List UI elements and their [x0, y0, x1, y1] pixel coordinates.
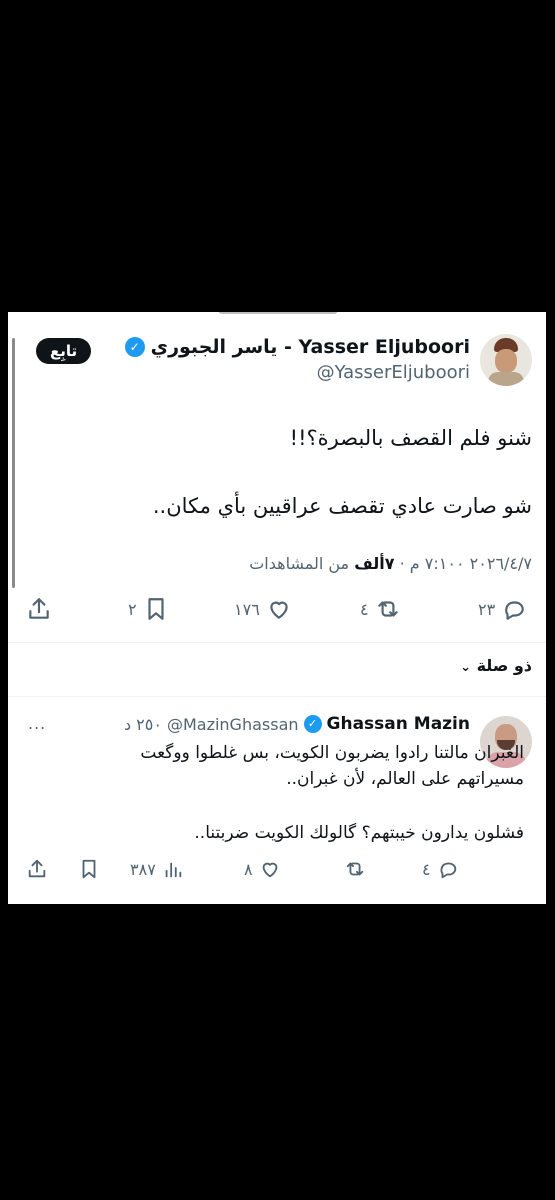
tweet-text: شنو فلم القصف بالبصرة؟!! شو صارت عادي تق… [32, 420, 532, 556]
tweet-card: Yasser Eljuboori - ياسر الجبوري ✓ @Yasse… [8, 312, 546, 904]
views-label: من المشاهدات [249, 554, 350, 573]
bookmark-button[interactable]: ٢ [128, 596, 169, 622]
tweet-date[interactable]: ٢٠٢٦/٤/٧ [470, 554, 532, 573]
reply-button[interactable]: ٢٣ [478, 596, 527, 622]
bookmark-button[interactable] [78, 858, 100, 880]
reply-text: الغبران مالتنا رادوا يضربون الكويت، بس غ… [44, 740, 524, 874]
tweet-time[interactable]: ٧:١٠٠ م [410, 554, 465, 573]
share-button[interactable] [26, 858, 48, 880]
tweet-actions: ٢ ١٧٦ ٤ ٢٣ [22, 596, 532, 632]
author-handle[interactable]: @YasserEljuboori [317, 362, 470, 383]
reply-button[interactable]: ٤ [422, 858, 459, 880]
views-count: ٧ألف [354, 554, 395, 573]
related-label: ذو صلة [476, 656, 532, 675]
like-button[interactable]: ٨ [244, 858, 281, 880]
divider [8, 696, 546, 697]
follow-button[interactable]: تابِع [36, 338, 92, 364]
reply-icon [440, 862, 456, 879]
tweet-text-line: شو صارت عادي تقصف عراقيين بأي مكان.. [152, 494, 532, 518]
scrollbar[interactable] [12, 338, 15, 588]
more-options-icon[interactable]: ... [28, 714, 46, 733]
reply-actions: ٣٨٧ ٨ ٤ [22, 858, 532, 888]
reply-views-count: ٣٨٧ [130, 859, 156, 879]
share-icon [28, 859, 46, 878]
retweet-count: ٤ [360, 599, 369, 619]
reply-text-line: فشلون يدارون خيبتهم؟ گالولك الكويت ضربتن… [194, 823, 524, 843]
tweet-meta: ٢٠٢٦/٤/٧ ٧:١٠٠ م · ٧ألف من المشاهدات [249, 554, 532, 573]
reply-author-name[interactable]: Ghassan Mazin [327, 714, 470, 734]
related-toggle[interactable]: ذو صلة ⌄ [460, 656, 532, 675]
chevron-down-icon: ⌄ [460, 660, 471, 675]
like-count: ١٧٦ [234, 599, 260, 619]
reply-author-handle[interactable]: @MazinGhassan [167, 715, 299, 734]
reply-like-count: ٨ [244, 859, 253, 879]
reply-count: ٢٣ [478, 599, 496, 619]
author-name[interactable]: Yasser Eljuboori - ياسر الجبوري [151, 336, 470, 358]
like-icon [270, 601, 288, 619]
analytics-icon [165, 862, 182, 878]
cropped-header-remnant [218, 312, 338, 314]
retweet-icon [377, 601, 398, 617]
author-name-row[interactable]: Yasser Eljuboori - ياسر الجبوري ✓ [124, 336, 470, 358]
retweet-button[interactable]: ٤ [360, 596, 401, 622]
retweet-button[interactable] [344, 858, 366, 880]
like-icon [262, 862, 277, 878]
reply-icon [505, 601, 524, 620]
retweet-icon [346, 862, 364, 876]
reply-text-line: مسيراتهم على العالم، لأن غبران.. [286, 769, 524, 789]
author-avatar[interactable] [480, 334, 532, 386]
share-icon [29, 598, 49, 619]
divider [8, 642, 546, 643]
bookmark-icon [82, 859, 96, 879]
reply-time[interactable]: ٢٥٠ د [124, 715, 162, 734]
reply-text-line: الغبران مالتنا رادوا يضربون الكويت، بس غ… [140, 743, 524, 763]
verified-badge-icon: ✓ [303, 715, 322, 733]
like-button[interactable]: ١٧٦ [234, 596, 292, 622]
bookmark-count: ٢ [128, 599, 137, 619]
bookmark-icon [148, 598, 164, 620]
reply-header: Ghassan Mazin ✓ @MazinGhassan ٢٥٠ د [124, 714, 470, 734]
views-button[interactable]: ٣٨٧ [130, 858, 184, 880]
share-button[interactable] [26, 596, 52, 622]
reply-reply-count: ٤ [422, 859, 431, 879]
tweet-text-line: شنو فلم القصف بالبصرة؟!! [289, 426, 532, 450]
verified-badge-icon: ✓ [124, 337, 145, 357]
